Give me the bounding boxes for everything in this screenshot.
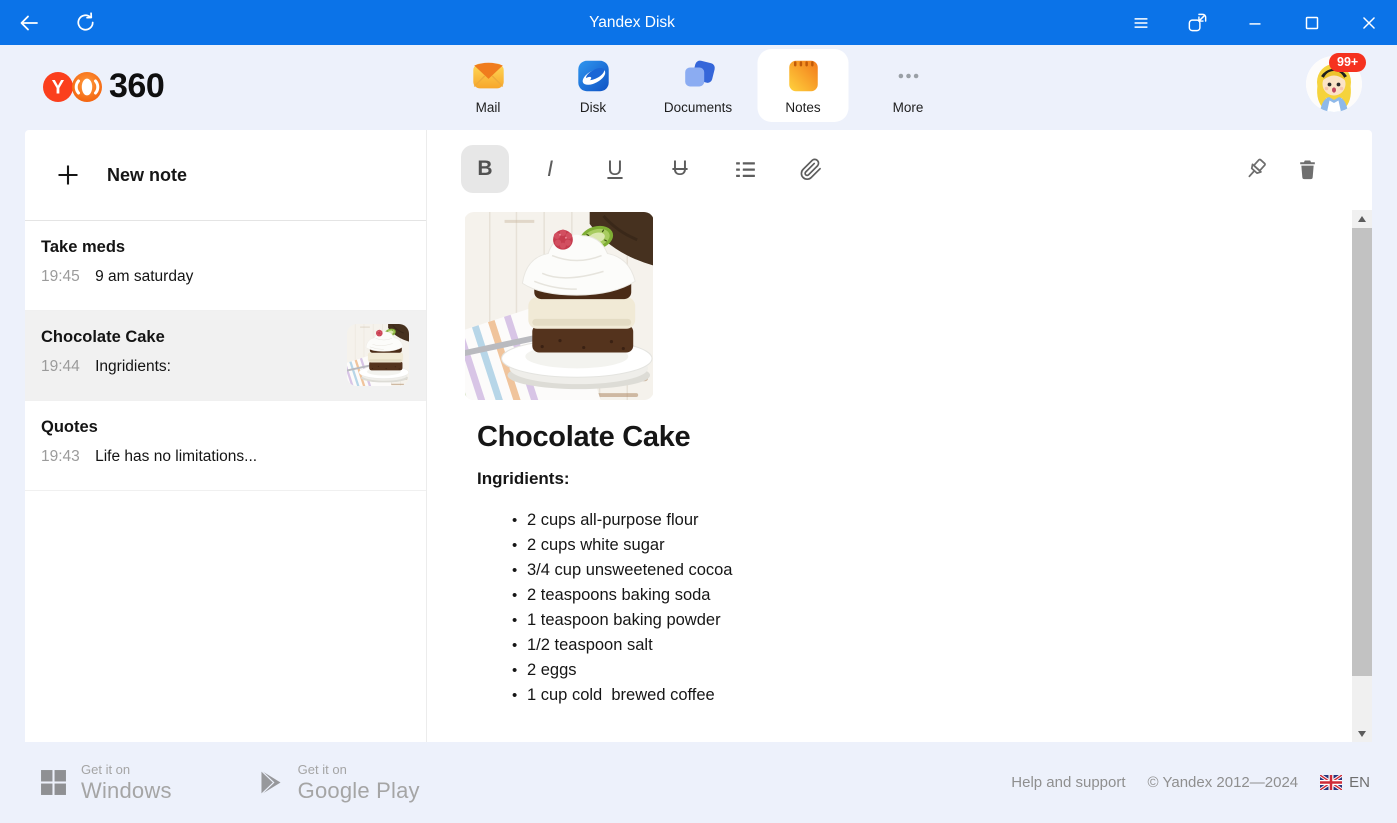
titlebar: Yandex Disk — [0, 0, 1397, 45]
tab-disk[interactable]: Disk — [548, 49, 639, 122]
new-note-label: New note — [107, 165, 187, 186]
minimize-icon[interactable] — [1226, 0, 1283, 45]
format-toolbar: B I U U — [461, 144, 1332, 194]
note-item-time: 19:43 — [41, 448, 80, 465]
note-title: Chocolate Cake — [477, 421, 1352, 454]
documents-app-icon — [679, 57, 717, 95]
maximize-icon[interactable] — [1283, 0, 1340, 45]
window-title: Yandex Disk — [589, 14, 675, 32]
note-item-time: 19:45 — [41, 268, 80, 285]
windows-small-label: Get it on — [81, 762, 172, 777]
tab-label: Documents — [664, 100, 732, 115]
windows-big-label: Windows — [81, 778, 172, 804]
tab-documents[interactable]: Documents — [653, 49, 744, 122]
main-panel: New note Take meds 19:45 9 am saturday C… — [25, 130, 1372, 742]
underline-label: U — [607, 157, 622, 181]
strikethrough-button[interactable]: U — [656, 145, 704, 193]
note-editor: B I U U — [427, 130, 1372, 742]
svg-text:Y: Y — [52, 77, 65, 98]
tab-mail[interactable]: Mail — [443, 49, 534, 122]
notes-app-icon — [784, 57, 822, 95]
scroll-down-arrow[interactable] — [1352, 725, 1372, 742]
notes-sidebar: New note Take meds 19:45 9 am saturday C… — [25, 130, 427, 742]
menu-icon[interactable] — [1112, 0, 1169, 45]
google-play-icon — [258, 768, 284, 797]
note-editor-surface[interactable]: Chocolate Cake Ingridients: 2 cups all-p… — [427, 208, 1352, 742]
notifications-badge: 99+ — [1329, 53, 1366, 72]
disk-app-icon — [574, 57, 612, 95]
note-item-preview: Life has no limitations... — [95, 448, 257, 465]
language-selector[interactable]: EN — [1320, 774, 1370, 791]
note-item-title: Quotes — [41, 418, 410, 437]
list-item: 2 eggs — [514, 658, 1352, 683]
gplay-small-label: Get it on — [298, 762, 420, 777]
note-item-title: Take meds — [41, 238, 410, 257]
app-switcher: Mail Disk Documents Notes More — [436, 49, 961, 122]
tab-label: Notes — [785, 100, 820, 115]
bullet-list-icon — [733, 157, 758, 182]
mail-app-icon — [469, 57, 507, 95]
y360-logo[interactable]: Y 360 — [43, 67, 164, 106]
tab-label: Mail — [476, 100, 501, 115]
tab-label: More — [893, 100, 924, 115]
copyright-text: © Yandex 2012—2024 — [1148, 774, 1299, 791]
list-item: 2 teaspoons baking soda — [514, 583, 1352, 608]
editor-scrollbar[interactable] — [1352, 210, 1372, 742]
windows-logo-icon — [40, 769, 67, 796]
help-and-support-link[interactable]: Help and support — [1011, 774, 1125, 791]
italic-button[interactable]: I — [526, 145, 574, 193]
app-footer: Get it on Windows Get it on Google Play … — [0, 742, 1397, 823]
note-list-item-take-meds[interactable]: Take meds 19:45 9 am saturday — [25, 221, 426, 311]
strikethrough-label: U — [672, 157, 687, 181]
get-on-google-play-link[interactable]: Get it on Google Play — [258, 762, 420, 804]
pin-icon — [1242, 156, 1269, 183]
uk-flag-icon — [1320, 775, 1342, 790]
language-label: EN — [1349, 774, 1370, 791]
trash-button[interactable] — [1290, 152, 1324, 186]
note-item-thumbnail — [347, 324, 409, 386]
bold-button[interactable]: B — [461, 145, 509, 193]
trash-icon — [1295, 157, 1320, 182]
list-item: 1 cup cold brewed coffee — [514, 683, 1352, 708]
attach-button[interactable] — [786, 145, 834, 193]
attach-icon — [798, 157, 823, 182]
list-item: 2 cups all-purpose flour — [514, 508, 1352, 533]
logo-360-text: 360 — [109, 67, 164, 106]
refresh-icon[interactable] — [70, 8, 100, 38]
tab-label: Disk — [580, 100, 606, 115]
scroll-up-arrow[interactable] — [1352, 210, 1372, 227]
app-header: Y 360 Mail Disk Documents Notes — [0, 45, 1397, 130]
tab-notes[interactable]: Notes — [758, 49, 849, 122]
note-item-time: 19:44 — [41, 358, 80, 375]
close-icon[interactable] — [1340, 0, 1397, 45]
list-item: 1 teaspoon baking powder — [514, 608, 1352, 633]
note-list-item-quotes[interactable]: Quotes 19:43 Life has no limitations... — [25, 401, 426, 491]
more-dots-icon — [889, 57, 927, 95]
tab-more[interactable]: More — [863, 49, 954, 122]
list-item: 1/2 teaspoon salt — [514, 633, 1352, 658]
plus-icon — [55, 162, 81, 188]
ingredients-list: 2 cups all-purpose flour 2 cups white su… — [514, 508, 1352, 708]
dock-window-icon[interactable] — [1169, 0, 1226, 45]
bullet-list-button[interactable] — [721, 145, 769, 193]
italic-label: I — [547, 156, 553, 182]
note-image-cake[interactable] — [464, 212, 654, 400]
underline-button[interactable]: U — [591, 145, 639, 193]
list-item: 3/4 cup unsweetened cocoa — [514, 558, 1352, 583]
note-item-preview: Ingridients: — [95, 358, 171, 375]
list-item: 2 cups white sugar — [514, 533, 1352, 558]
get-on-windows-link[interactable]: Get it on Windows — [40, 762, 172, 804]
bold-label: B — [477, 157, 492, 181]
note-item-preview: 9 am saturday — [95, 268, 193, 285]
back-icon[interactable] — [14, 8, 44, 38]
scrollbar-thumb[interactable] — [1352, 228, 1372, 676]
note-subtitle: Ingridients: — [477, 469, 1352, 489]
new-note-button[interactable]: New note — [25, 130, 426, 221]
gplay-big-label: Google Play — [298, 778, 420, 804]
note-list-item-chocolate-cake[interactable]: Chocolate Cake 19:44 Ingridients: — [25, 311, 426, 401]
pin-button[interactable] — [1238, 152, 1272, 186]
